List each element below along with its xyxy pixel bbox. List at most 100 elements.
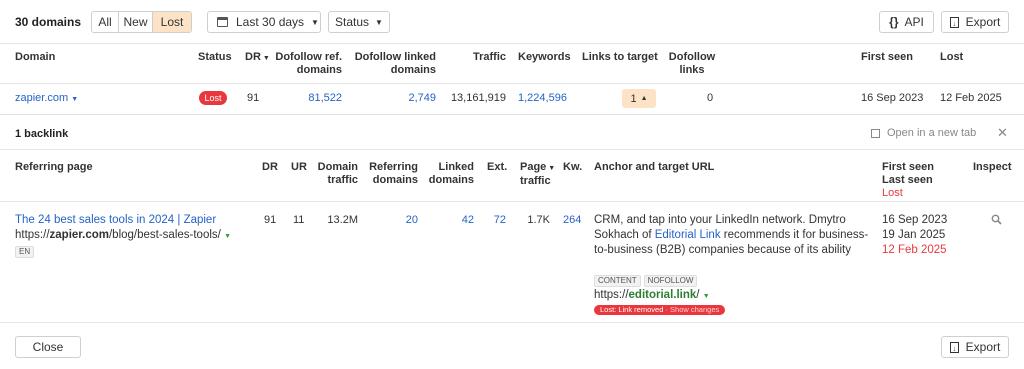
row-dofollow-ref-domains[interactable]: 81,522 — [290, 91, 342, 105]
col-first-seen[interactable]: First seen — [861, 51, 913, 64]
lost-reason-badge[interactable]: Lost: Link removed · Show changes — [594, 305, 726, 315]
detail-page-traffic: 1.7K — [527, 214, 550, 226]
col-traffic[interactable]: Traffic — [450, 51, 506, 64]
target-url-path: / — [696, 289, 700, 301]
col-ext[interactable]: Ext. — [487, 161, 507, 174]
col-page-traffic[interactable]: Page ▼ traffic — [520, 161, 555, 188]
tag-content: CONTENT — [594, 275, 641, 287]
row-dofollow-links: 0 — [707, 92, 714, 104]
col-domain-traffic-line1: Domain — [317, 161, 358, 173]
row-lost: 12 Feb 2025 — [940, 92, 1002, 104]
detail-lost: 12 Feb 2025 — [882, 244, 947, 256]
open-new-tab-link[interactable]: Open in a new tab — [871, 127, 976, 139]
row-keywords[interactable]: 1,224,596 — [518, 91, 567, 105]
anchor-link[interactable]: Editorial Link — [655, 229, 721, 241]
col-dofollow-linked-domains-line2: domains — [390, 64, 436, 76]
open-new-tab-label: Open in a new tab — [887, 127, 977, 139]
target-url[interactable]: https://editorial.link/ ▼ — [594, 288, 710, 304]
col-referring-domains-line2: domains — [372, 174, 418, 186]
row-traffic: 13,161,919 — [450, 92, 506, 104]
show-changes-link[interactable]: · Show changes — [663, 305, 719, 314]
col-dofollow-linked-domains[interactable]: Dofollow linked domains — [350, 51, 436, 77]
status-dropdown-label: Status — [335, 15, 370, 29]
url-domain: zapier.com — [49, 229, 109, 241]
col-ur[interactable]: UR — [291, 161, 307, 174]
tag-nofollow: NOFOLLOW — [643, 275, 698, 287]
col-kw[interactable]: Kw. — [563, 161, 582, 174]
detail-first-seen: 16 Sep 2023 — [882, 214, 948, 226]
domain-count: 30 domains — [15, 15, 82, 29]
detail-title: 1 backlink — [15, 128, 69, 140]
filter-new[interactable]: New — [119, 12, 153, 32]
chevron-up-icon: ▲ — [640, 95, 648, 102]
filter-lost[interactable]: Lost — [153, 12, 191, 32]
col-linked-domains-line2: domains — [428, 174, 474, 186]
filter-all[interactable]: All — [92, 12, 119, 32]
col-dofollow-ref-domains[interactable]: Dofollow ref. domains — [270, 51, 342, 77]
col-lost[interactable]: Lost — [940, 51, 963, 64]
detail-kw[interactable]: 264 — [563, 213, 581, 227]
detail-linked-domains[interactable]: 42 — [440, 213, 474, 227]
referring-page-url[interactable]: https://zapier.com/blog/best-sales-tools… — [15, 228, 231, 244]
col-dofollow-ref-domains-line1: Dofollow ref. — [275, 51, 342, 63]
col-referring-domains[interactable]: Referring domains — [366, 161, 418, 187]
domain-link[interactable]: zapier.com ▼ — [15, 91, 78, 107]
footer-export-label: Export — [965, 340, 1001, 354]
row-dofollow-linked-domains[interactable]: 2,749 — [380, 91, 436, 105]
col-lost-label: Lost — [882, 187, 903, 199]
col-dofollow-ref-domains-line2: domains — [296, 64, 342, 76]
anchor-text: CRM, and tap into your LinkedIn network.… — [594, 213, 874, 258]
col-dofollow-links-line1: Dofollow — [668, 51, 716, 63]
links-to-target-toggle[interactable]: 1 ▲ — [622, 89, 656, 108]
detail-ext[interactable]: 72 — [480, 213, 506, 227]
col-page-traffic-label: Page — [520, 161, 547, 173]
col-status[interactable]: Status — [198, 51, 232, 64]
col-dofollow-linked-domains-line1: Dofollow linked — [354, 51, 436, 63]
status-dropdown[interactable]: Status ▼ — [328, 11, 390, 33]
divider — [0, 322, 1024, 323]
detail-referring-domains[interactable]: 20 — [380, 213, 418, 227]
target-url-domain: editorial.link — [628, 289, 697, 301]
col-domain[interactable]: Domain — [15, 51, 55, 64]
language-tag-label: EN — [15, 246, 35, 258]
detail-domain-traffic: 13.2M — [327, 214, 358, 226]
col-linked-domains[interactable]: Linked domains — [428, 161, 474, 187]
col-anchor[interactable]: Anchor and target URL — [594, 161, 714, 174]
col-first-last-lost[interactable]: First seen Last seen Lost — [882, 161, 934, 200]
domain-name: zapier.com — [15, 92, 69, 104]
close-icon[interactable]: ✕ — [997, 125, 1008, 141]
col-first-seen-label: First seen — [882, 161, 934, 173]
chevron-down-icon: ▼ — [702, 293, 710, 300]
inspect-button[interactable] — [991, 214, 1003, 226]
row-first-seen: 16 Sep 2023 — [861, 92, 924, 104]
export-label: Export — [965, 15, 1001, 29]
col-page-traffic-line2: traffic — [520, 175, 551, 187]
filter-segment: All New Lost — [91, 11, 192, 33]
divider — [0, 83, 1024, 84]
status-badge: Lost — [199, 91, 227, 105]
col-keywords[interactable]: Keywords — [518, 51, 571, 64]
api-button[interactable]: {} API — [879, 11, 934, 33]
footer-export-button[interactable]: ↓ Export — [941, 336, 1009, 358]
external-link-icon — [871, 128, 880, 138]
col-inspect[interactable]: Inspect — [973, 161, 1012, 174]
col-dr[interactable]: DR ▼ — [245, 51, 270, 65]
referring-page-title[interactable]: The 24 best sales tools in 2024 | Zapier — [15, 213, 216, 227]
col-detail-dr[interactable]: DR — [262, 161, 278, 174]
url-prefix: https:// — [15, 229, 50, 241]
chevron-down-icon: ▼ — [311, 17, 319, 27]
target-url-prefix: https:// — [594, 289, 629, 301]
date-range-dropdown[interactable]: Last 30 days ▼ — [207, 11, 321, 33]
link-tags: CONTENT NOFOLLOW — [594, 274, 700, 287]
col-dr-label: DR — [245, 51, 261, 63]
language-tag: EN — [15, 245, 37, 258]
col-referring-page[interactable]: Referring page — [15, 161, 93, 174]
col-links-to-target[interactable]: Links to target — [582, 51, 658, 64]
sort-desc-icon: ▼ — [548, 165, 556, 172]
col-domain-traffic[interactable]: Domain traffic — [310, 161, 358, 187]
export-button[interactable]: ↓ Export — [941, 11, 1009, 33]
sort-desc-icon: ▼ — [262, 55, 270, 62]
close-button[interactable]: Close — [15, 336, 81, 358]
col-dofollow-links[interactable]: Dofollow links — [662, 51, 722, 77]
col-dofollow-links-line2: links — [679, 64, 705, 76]
